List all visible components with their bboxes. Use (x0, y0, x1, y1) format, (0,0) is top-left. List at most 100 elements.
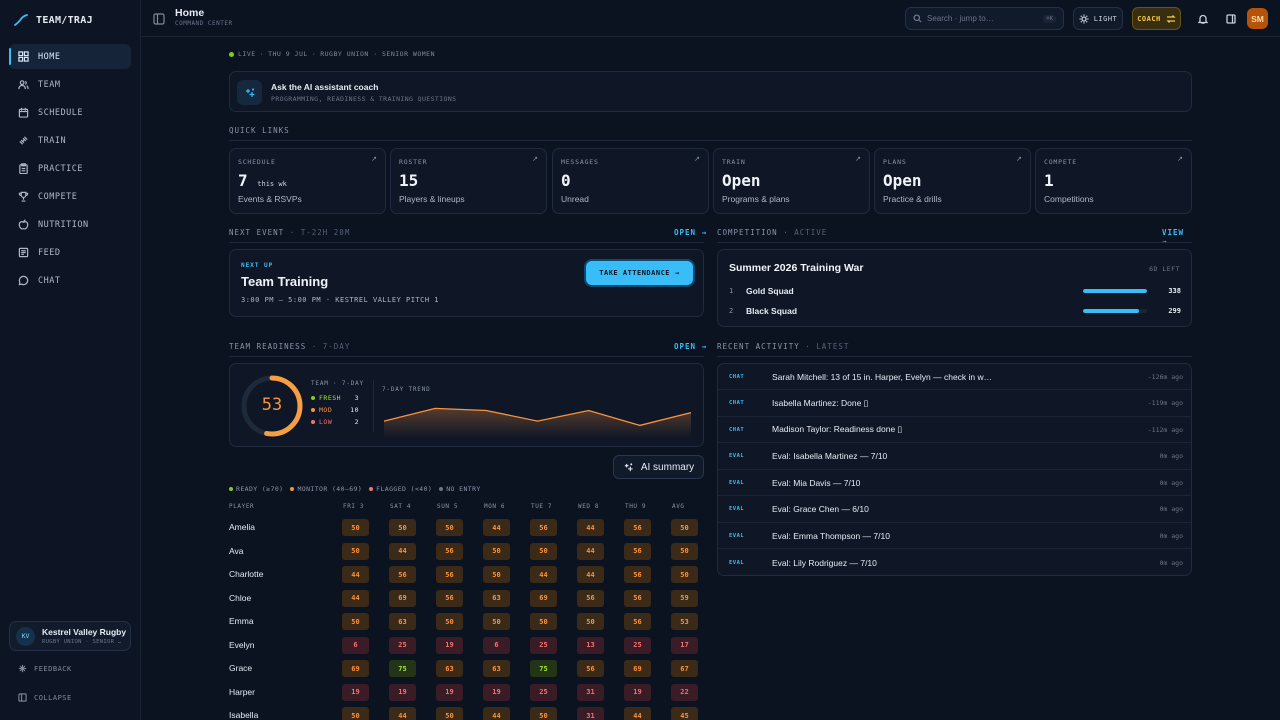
readiness-cell[interactable]: 50 (436, 613, 463, 630)
player-name[interactable]: Charlotte (229, 569, 264, 579)
readiness-cell[interactable]: 31 (577, 683, 604, 701)
readiness-cell[interactable]: 53 (671, 613, 698, 630)
readiness-cell[interactable]: 56 (577, 589, 604, 607)
quick-link-plans[interactable]: PLANS ↗ Open Practice & drills (874, 148, 1031, 214)
readiness-cell[interactable]: 56 (624, 542, 651, 560)
player-name[interactable]: Amelia (229, 522, 255, 532)
readiness-cell[interactable]: 25 (530, 636, 557, 654)
readiness-card[interactable]: 53 TEAM · 7-DAY FRESH 3 MOD 10 LOW 2 7-DAY … (229, 363, 704, 447)
sidebar-item-chat[interactable]: CHAT (9, 268, 131, 293)
theme-toggle-button[interactable]: LIGHT (1073, 7, 1123, 30)
readiness-cell[interactable]: 50 (342, 613, 369, 630)
readiness-cell[interactable]: 75 (530, 660, 557, 677)
readiness-cell[interactable]: 45 (671, 707, 698, 720)
readiness-cell[interactable]: 50 (389, 519, 416, 536)
readiness-cell[interactable]: 63 (389, 613, 416, 630)
activity-item[interactable]: EVAL Eval: Mia Davis — 7/10 0m ago (718, 470, 1191, 496)
role-switch-button[interactable]: COACH (1132, 7, 1181, 30)
readiness-open-link[interactable]: OPEN → (674, 342, 707, 351)
quick-link-messages[interactable]: MESSAGES ↗ 0 Unread (552, 148, 709, 214)
sidebar-item-feed[interactable]: FEED (9, 240, 131, 265)
user-avatar[interactable]: SM (1247, 8, 1268, 29)
readiness-cell[interactable]: 50 (436, 519, 463, 536)
player-name[interactable]: Ava (229, 546, 244, 556)
readiness-cell[interactable]: 50 (342, 707, 369, 720)
readiness-cell[interactable]: 19 (389, 683, 416, 701)
readiness-cell[interactable]: 56 (389, 566, 416, 583)
readiness-cell[interactable]: 56 (624, 519, 651, 536)
ai-assistant-card[interactable]: Ask the AI assistant coach PROGRAMMING, … (229, 71, 1192, 112)
readiness-cell[interactable]: 69 (389, 589, 416, 607)
toggle-sidebar-button[interactable] (153, 12, 165, 25)
activity-item[interactable]: EVAL Eval: Emma Thompson — 7/10 0m ago (718, 523, 1191, 549)
readiness-cell[interactable]: 44 (389, 542, 416, 560)
sidebar-item-train[interactable]: TRAIN (9, 128, 131, 153)
readiness-cell[interactable]: 50 (530, 613, 557, 630)
readiness-cell[interactable]: 56 (436, 542, 463, 560)
readiness-cell[interactable]: 50 (530, 542, 557, 560)
quick-link-roster[interactable]: ROSTER ↗ 15 Players & lineups (390, 148, 547, 214)
club-switcher[interactable]: KV Kestrel Valley Rugby RUGBY UNION · SE… (9, 621, 131, 651)
readiness-cell[interactable]: 44 (577, 542, 604, 560)
readiness-cell[interactable]: 59 (671, 589, 698, 607)
readiness-cell[interactable]: 13 (577, 636, 604, 654)
readiness-cell[interactable]: 50 (671, 566, 698, 583)
readiness-cell[interactable]: 69 (530, 589, 557, 607)
readiness-cell[interactable]: 75 (389, 660, 416, 677)
readiness-cell[interactable]: 44 (483, 519, 510, 536)
readiness-cell[interactable]: 44 (577, 566, 604, 583)
readiness-cell[interactable]: 44 (624, 707, 651, 720)
readiness-cell[interactable]: 19 (483, 683, 510, 701)
readiness-cell[interactable]: 63 (483, 660, 510, 677)
readiness-cell[interactable]: 31 (577, 707, 604, 720)
readiness-cell[interactable]: 25 (389, 636, 416, 654)
readiness-cell[interactable]: 56 (624, 589, 651, 607)
competition-view-link[interactable]: VIEW → (1162, 228, 1192, 246)
readiness-cell[interactable]: 17 (671, 636, 698, 654)
player-name[interactable]: Isabella (229, 710, 258, 720)
readiness-cell[interactable]: 69 (624, 660, 651, 677)
activity-item[interactable]: CHAT Madison Taylor: Readiness done ▯ -112… (718, 417, 1191, 443)
player-name[interactable]: Harper (229, 687, 255, 697)
feedback-button[interactable]: FEEDBACK (18, 664, 72, 673)
readiness-cell[interactable]: 44 (342, 589, 369, 607)
sidebar-item-compete[interactable]: COMPETE (9, 184, 131, 209)
readiness-cell[interactable]: 50 (342, 519, 369, 536)
readiness-cell[interactable]: 50 (483, 566, 510, 583)
sidebar-item-nutrition[interactable]: NUTRITION (9, 212, 131, 237)
readiness-cell[interactable]: 50 (671, 519, 698, 536)
readiness-cell[interactable]: 63 (436, 660, 463, 677)
readiness-cell[interactable]: 63 (483, 589, 510, 607)
readiness-cell[interactable]: 44 (577, 519, 604, 536)
readiness-cell[interactable]: 56 (624, 566, 651, 583)
readiness-cell[interactable]: 50 (577, 613, 604, 630)
readiness-cell[interactable]: 19 (342, 683, 369, 701)
readiness-cell[interactable]: 50 (530, 707, 557, 720)
player-name[interactable]: Evelyn (229, 640, 255, 650)
readiness-cell[interactable]: 19 (436, 683, 463, 701)
sidebar-item-schedule[interactable]: SCHEDULE (9, 100, 131, 125)
readiness-cell[interactable]: 19 (624, 683, 651, 701)
brand[interactable]: TEAM/TRAJ (14, 12, 93, 28)
readiness-cell[interactable]: 44 (483, 707, 510, 720)
next-event-open-link[interactable]: OPEN → (674, 228, 707, 237)
readiness-cell[interactable]: 44 (342, 566, 369, 583)
activity-item[interactable]: EVAL Eval: Lily Rodriguez — 7/10 0m ago (718, 550, 1191, 576)
readiness-cell[interactable]: 6 (483, 636, 510, 654)
readiness-cell[interactable]: 25 (530, 683, 557, 701)
readiness-cell[interactable]: 67 (671, 660, 698, 677)
player-name[interactable]: Emma (229, 616, 254, 626)
search-input[interactable]: Search · jump to… ⌘K (905, 7, 1064, 30)
readiness-cell[interactable]: 22 (671, 683, 698, 701)
sidebar-item-home[interactable]: HOME (9, 44, 131, 69)
readiness-cell[interactable]: 50 (436, 707, 463, 720)
take-attendance-button[interactable]: TAKE ATTENDANCE → (586, 261, 693, 285)
player-name[interactable]: Chloe (229, 593, 251, 603)
readiness-cell[interactable]: 56 (577, 660, 604, 677)
collapse-sidebar-button[interactable]: COLLAPSE (18, 693, 72, 702)
player-name[interactable]: Grace (229, 663, 252, 673)
quick-link-compete[interactable]: COMPETE ↗ 1 Competitions (1035, 148, 1192, 214)
sidebar-item-practice[interactable]: PRACTICE (9, 156, 131, 181)
quick-link-train[interactable]: TRAIN ↗ Open Programs & plans (713, 148, 870, 214)
readiness-cell[interactable]: 25 (624, 636, 651, 654)
